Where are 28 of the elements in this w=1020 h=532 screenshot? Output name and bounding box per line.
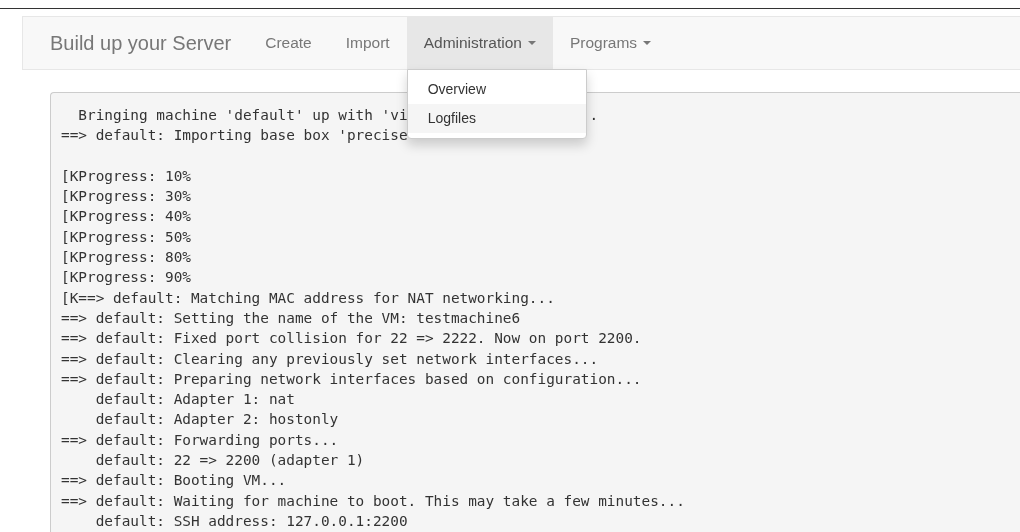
- log-line: default: SSH address: 127.0.0.1:2200: [94, 512, 408, 529]
- log-line: ==> default: Waiting for machine to boot. This may take a few minutes...: [61, 492, 685, 509]
- log-line: [K==> default: Matching MAC address for NAT networking...: [61, 289, 555, 306]
- log-line: ==> default: Preparing network interfaces based on configuration...: [61, 370, 642, 387]
- log-line: default: Adapter 1: nat: [94, 391, 295, 408]
- nav-link[interactable]: Import: [328, 17, 407, 69]
- nav-link[interactable]: Programs: [552, 17, 669, 69]
- menu-item[interactable]: Overview: [407, 75, 586, 104]
- log-line: default: Adapter 2: hostonly: [94, 411, 339, 428]
- log-line: [KProgress: 30%: [61, 188, 191, 205]
- log-line: .: [589, 107, 599, 123]
- log-line: ==> default: Clearing any previously set network interfaces...: [61, 350, 599, 367]
- log-line: [KProgress: 40%: [61, 208, 191, 225]
- log-line: ==> default: Booting VM...: [61, 472, 287, 489]
- log-line: default: 22 => 2200 (adapter 1): [94, 452, 365, 469]
- menu-item[interactable]: Logfiles: [407, 104, 586, 133]
- brand-link[interactable]: Build up your Server: [50, 31, 232, 55]
- log-line: Bringing machine 'default' up with 'vi: [77, 107, 408, 123]
- nav-link[interactable]: Administration: [406, 17, 553, 69]
- log-line: ==> default: Forwarding ports...: [61, 431, 339, 448]
- log-line: [KProgress: 50%: [61, 228, 191, 245]
- nav-link[interactable]: Create: [248, 17, 329, 69]
- log-line: ==> default: Importing base box 'precise: [61, 127, 408, 144]
- log-line: ==> default: Setting the name of the VM: testmachine6: [61, 309, 521, 326]
- log-line: [KProgress: 90%: [61, 269, 191, 286]
- log-line: [KProgress: 80%: [61, 249, 191, 266]
- log-line: [KProgress: 10%: [61, 167, 191, 184]
- log-line: ==> default: Fixed port collision for 22 => 2222. Now on port 2200.: [61, 330, 642, 347]
